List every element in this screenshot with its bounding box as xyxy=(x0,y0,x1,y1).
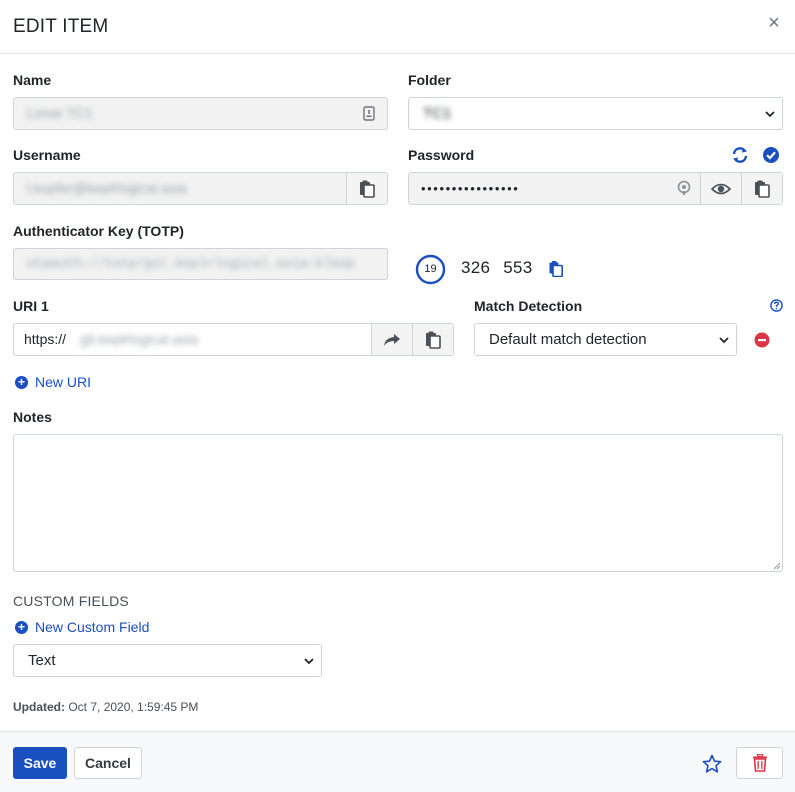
totp-value: otpauth://totp/git.keplrlogical.asia:kle… xyxy=(27,256,355,271)
remove-uri-icon[interactable] xyxy=(754,332,770,348)
cancel-button[interactable]: Cancel xyxy=(74,747,142,779)
custom-field-type-value: Text xyxy=(28,652,56,669)
name-field[interactable]: Lenar TC1 xyxy=(13,97,388,130)
copy-uri-button[interactable] xyxy=(412,324,453,355)
uri-field[interactable]: https:// git.keplrlogical.asia xyxy=(13,323,454,356)
dialog-header: EDIT ITEM × xyxy=(0,0,795,54)
eye-icon xyxy=(711,183,731,194)
password-field[interactable]: •••••••••••••••• xyxy=(408,172,783,205)
uri-host: git.keplrlogical.asia xyxy=(80,331,199,347)
updated-info: Updated: Oct 7, 2020, 1:59:45 PM xyxy=(13,700,198,714)
updated-value: Oct 7, 2020, 1:59:45 PM xyxy=(68,700,199,714)
clipboard-icon xyxy=(426,331,441,349)
folder-label: Folder xyxy=(408,72,451,88)
close-button[interactable]: × xyxy=(765,12,783,34)
updated-label: Updated: xyxy=(13,700,65,714)
help-icon[interactable] xyxy=(770,299,783,312)
new-custom-field-link[interactable]: + New Custom Field xyxy=(15,619,149,635)
resize-handle-icon[interactable] xyxy=(773,562,781,570)
notes-label: Notes xyxy=(13,409,52,425)
folder-select[interactable]: TC1 xyxy=(408,97,783,130)
toggle-password-button[interactable] xyxy=(700,173,741,204)
name-label: Name xyxy=(13,72,52,88)
check-circle-icon[interactable] xyxy=(762,146,780,164)
totp-label: Authenticator Key (TOTP) xyxy=(13,223,184,239)
copy-totp-icon[interactable] xyxy=(549,261,565,278)
share-arrow-icon xyxy=(384,333,400,346)
regenerate-icon[interactable] xyxy=(731,146,749,164)
custom-fields-title: CUSTOM FIELDS xyxy=(13,593,129,609)
uri-prefix: https:// xyxy=(24,331,67,347)
match-detection-select[interactable]: Default match detection xyxy=(474,323,737,356)
new-uri-link[interactable]: + New URI xyxy=(15,374,91,390)
chevron-down-icon xyxy=(719,337,729,344)
uri-label: URI 1 xyxy=(13,298,49,314)
username-label: Username xyxy=(13,147,81,163)
totp-field[interactable]: otpauth://totp/git.keplrlogical.asia:kle… xyxy=(13,248,388,280)
copy-username-button[interactable] xyxy=(346,173,387,204)
chevron-down-icon xyxy=(304,658,314,665)
custom-field-type-select[interactable]: Text xyxy=(13,644,322,677)
match-detection-label: Match Detection xyxy=(474,298,583,314)
username-field[interactable]: l.kopfer@keplrlogical.asia xyxy=(13,172,388,205)
generator-icon[interactable] xyxy=(361,105,377,121)
clipboard-icon xyxy=(360,180,375,198)
save-button[interactable]: Save xyxy=(13,747,67,779)
clipboard-icon xyxy=(755,180,770,198)
delete-button[interactable] xyxy=(736,747,783,779)
password-strength-icon xyxy=(676,180,692,196)
password-value: •••••••••••••••• xyxy=(421,181,520,196)
totp-timer-seconds: 19 xyxy=(424,263,437,275)
chevron-down-icon xyxy=(765,111,775,118)
copy-password-button[interactable] xyxy=(741,173,782,204)
match-detection-value: Default match detection xyxy=(489,331,647,348)
new-uri-label: New URI xyxy=(35,374,92,390)
dialog-footer: Save Cancel xyxy=(0,731,795,792)
plus-circle-icon: + xyxy=(15,375,28,389)
trash-icon xyxy=(752,754,767,772)
username-value: l.kopfer@keplrlogical.asia xyxy=(27,180,187,196)
folder-value: TC1 xyxy=(423,105,452,122)
launch-uri-button[interactable] xyxy=(371,324,412,355)
dialog-title: EDIT ITEM xyxy=(13,16,109,37)
plus-circle-icon: + xyxy=(15,620,28,634)
password-label: Password xyxy=(408,147,475,163)
totp-code: 326 553 xyxy=(461,258,533,277)
name-value: Lenar TC1 xyxy=(27,105,93,121)
favorite-star-icon[interactable] xyxy=(702,754,722,774)
new-custom-field-label: New Custom Field xyxy=(35,619,150,635)
notes-textarea[interactable] xyxy=(13,434,783,572)
